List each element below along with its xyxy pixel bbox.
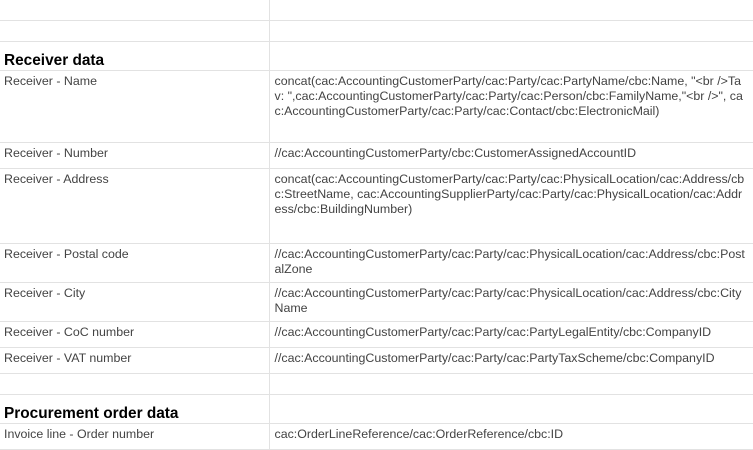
row-label[interactable]: Receiver - Address: [0, 168, 270, 244]
table-row: Receiver - CoC number //cac:AccountingCu…: [0, 321, 753, 348]
spreadsheet-grid: Receiver data Receiver - Name concat(cac…: [0, 0, 753, 450]
row-label[interactable]: Invoice line - Order number: [0, 423, 270, 450]
row-value[interactable]: //cac:AccountingCustomerParty/cac:Party/…: [269, 347, 753, 374]
table-row: Receiver - Address concat(cac:Accounting…: [0, 168, 753, 244]
row-value[interactable]: concat(cac:AccountingCustomerParty/cac:P…: [269, 168, 753, 244]
section-header-row: Procurement order data: [0, 394, 753, 424]
table-row: Receiver - City //cac:AccountingCustomer…: [0, 282, 753, 322]
row-value[interactable]: concat(cac:AccountingCustomerParty/cac:P…: [269, 70, 753, 143]
cell[interactable]: [269, 41, 753, 71]
empty-row: [0, 0, 753, 21]
empty-row: [0, 373, 753, 395]
table-row: Invoice line - Order number cac:OrderLin…: [0, 423, 753, 450]
row-label[interactable]: Receiver - City: [0, 282, 270, 322]
cell[interactable]: [0, 373, 270, 395]
table-row: Receiver - Postal code //cac:AccountingC…: [0, 243, 753, 283]
row-label[interactable]: Receiver - Postal code: [0, 243, 270, 283]
row-value[interactable]: cac:OrderLineReference/cac:OrderReferenc…: [269, 423, 753, 450]
table-row: Receiver - VAT number //cac:AccountingCu…: [0, 347, 753, 374]
cell[interactable]: [269, 20, 753, 42]
row-label[interactable]: Receiver - VAT number: [0, 347, 270, 374]
cell[interactable]: [269, 0, 753, 21]
table-row: Receiver - Name concat(cac:AccountingCus…: [0, 70, 753, 143]
row-label[interactable]: Receiver - Number: [0, 142, 270, 169]
section-header-row: Receiver data: [0, 41, 753, 71]
section-title[interactable]: Procurement order data: [0, 394, 270, 424]
section-title[interactable]: Receiver data: [0, 41, 270, 71]
row-value[interactable]: //cac:AccountingCustomerParty/cac:Party/…: [269, 282, 753, 322]
row-value[interactable]: //cac:AccountingCustomerParty/cbc:Custom…: [269, 142, 753, 169]
cell[interactable]: [0, 20, 270, 42]
empty-row: [0, 20, 753, 42]
cell[interactable]: [269, 373, 753, 395]
table-row: Receiver - Number //cac:AccountingCustom…: [0, 142, 753, 169]
row-label[interactable]: Receiver - CoC number: [0, 321, 270, 348]
row-label[interactable]: Receiver - Name: [0, 70, 270, 143]
cell[interactable]: [269, 394, 753, 424]
row-value[interactable]: //cac:AccountingCustomerParty/cac:Party/…: [269, 243, 753, 283]
row-value[interactable]: //cac:AccountingCustomerParty/cac:Party/…: [269, 321, 753, 348]
cell[interactable]: [0, 0, 270, 21]
